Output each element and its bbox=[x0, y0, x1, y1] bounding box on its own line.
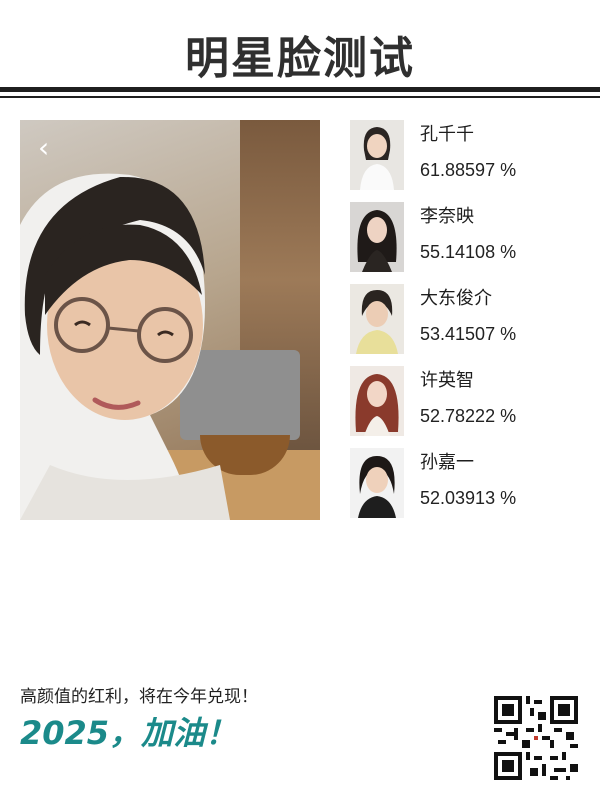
page-title: 明星脸测试 bbox=[185, 33, 415, 84]
list-item[interactable]: 孙嘉一 52.03913 % bbox=[350, 448, 590, 518]
list-item[interactable]: 许英智 52.78222 % bbox=[350, 366, 590, 436]
similarity-score: 61.88597 % bbox=[420, 160, 517, 180]
list-item[interactable]: 李奈映 55.14108 % bbox=[350, 202, 590, 272]
list-item[interactable]: 孔千千 61.88597 % bbox=[350, 120, 590, 190]
celebrity-name: 孙嘉一 bbox=[420, 452, 474, 473]
celebrity-avatar bbox=[350, 202, 404, 272]
divider-thin bbox=[0, 96, 600, 98]
celebrity-avatar bbox=[350, 448, 404, 518]
qr-code-icon bbox=[494, 696, 578, 780]
person-portrait bbox=[20, 173, 230, 520]
similarity-score: 52.03913 % bbox=[420, 488, 517, 508]
chevron-left-icon[interactable]: ‹ bbox=[38, 134, 49, 162]
celebrity-avatar bbox=[350, 120, 404, 190]
list-item[interactable]: 大东俊介 53.41507 % bbox=[350, 284, 590, 354]
similarity-score: 53.41507 % bbox=[420, 324, 517, 344]
similarity-score: 55.14108 % bbox=[420, 242, 517, 262]
header: 明星脸测试 bbox=[0, 0, 600, 110]
similarity-score: 52.78222 % bbox=[420, 406, 517, 426]
celebrity-name: 大东俊介 bbox=[420, 288, 492, 309]
cheer-text: 2025，加油！ bbox=[20, 714, 238, 752]
celebrity-name: 李奈映 bbox=[420, 206, 474, 227]
celebrity-avatar bbox=[350, 366, 404, 436]
celebrity-name: 孔千千 bbox=[420, 124, 474, 145]
celebrity-name: 许英智 bbox=[420, 370, 474, 391]
slogan-text: 高颜值的红利，将在今年兑现！ bbox=[20, 687, 258, 707]
user-photo: ‹ bbox=[20, 120, 320, 520]
divider-thick bbox=[0, 87, 600, 92]
celebrity-avatar bbox=[350, 284, 404, 354]
